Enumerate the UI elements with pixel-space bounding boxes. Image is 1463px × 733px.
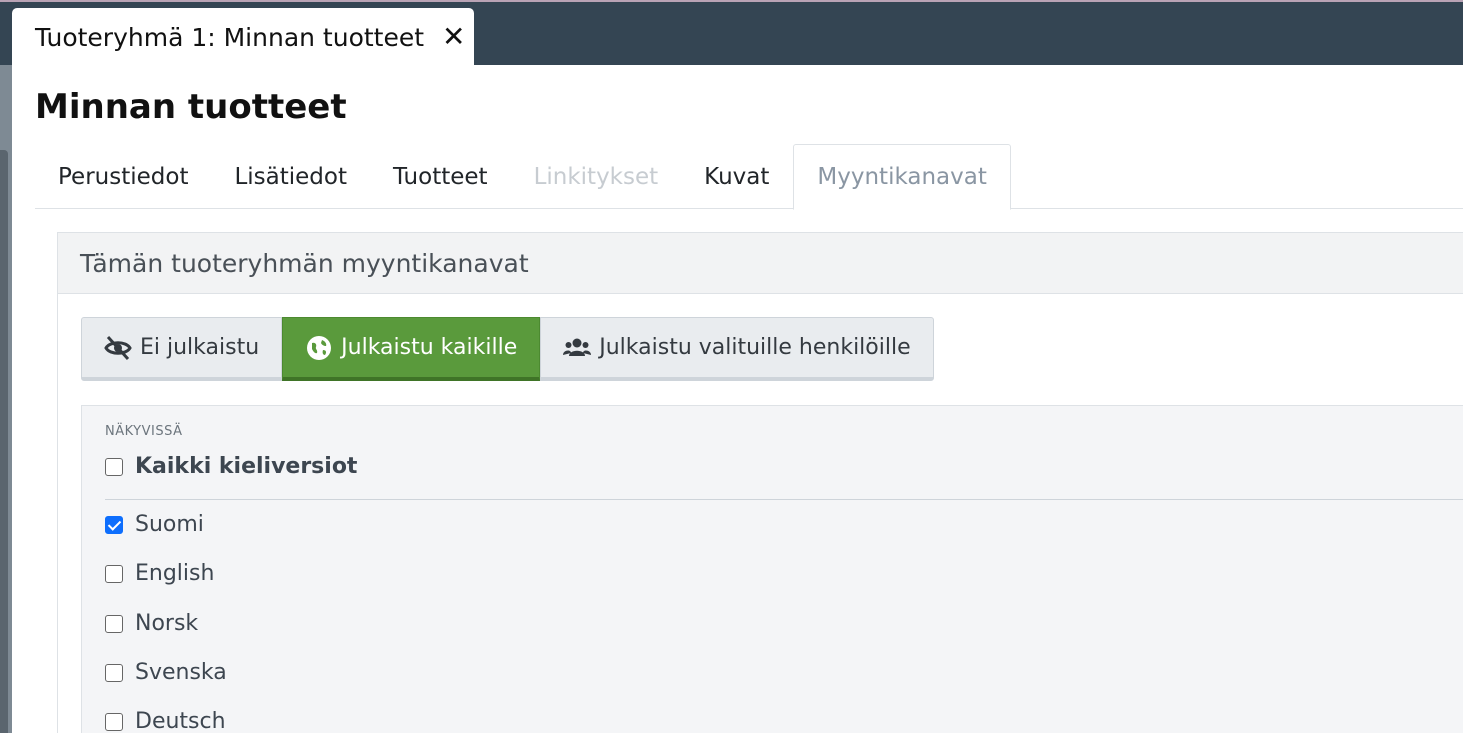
language-checkbox-svenska[interactable] — [105, 663, 123, 682]
all-languages-option[interactable]: Kaikki kieliversiot — [105, 454, 357, 479]
tab-lisatiedot[interactable]: Lisätiedot — [211, 144, 370, 209]
close-icon[interactable]: ✕ — [442, 23, 465, 51]
tab-kuvat[interactable]: Kuvat — [681, 144, 792, 209]
tab-linkitykset: Linkitykset — [533, 163, 659, 190]
published-selected-label: Julkaistu valituille henkilöille — [599, 335, 911, 360]
language-option-svenska[interactable]: Svenska — [105, 660, 227, 685]
section-tabs: Perustiedot Lisätiedot Tuotteet Linkityk… — [35, 144, 1463, 210]
language-label: Deutsch — [135, 709, 226, 733]
tab-perustiedot[interactable]: Perustiedot — [35, 144, 211, 209]
panel-heading: Tämän tuoteryhmän myyntikanavat — [58, 233, 1463, 294]
dialog-tab-title: Tuoteryhmä 1: Minnan tuotteet — [35, 22, 425, 52]
language-label: Svenska — [135, 660, 227, 685]
dialog-tab[interactable]: Tuoteryhmä 1: Minnan tuotteet ✕ — [12, 8, 474, 66]
topbar-accent-line — [0, 0, 1463, 2]
language-option-deutsch[interactable]: Deutsch — [105, 709, 226, 733]
language-checkbox-english[interactable] — [105, 564, 123, 583]
divider — [105, 499, 1463, 500]
visibility-label: NÄKYVISSÄ — [105, 424, 183, 439]
page-title: Minnan tuotteet — [35, 87, 347, 127]
language-option-norsk[interactable]: Norsk — [105, 611, 198, 636]
language-checkbox-norsk[interactable] — [105, 614, 123, 633]
published-all-button[interactable]: Julkaistu kaikille — [282, 317, 541, 381]
tab-myyntikanavat[interactable]: Myyntikanavat — [793, 144, 1011, 210]
language-label: Norsk — [135, 611, 199, 636]
language-option-suomi[interactable]: Suomi — [105, 512, 204, 537]
not-published-label: Ei julkaistu — [140, 335, 260, 360]
publish-options: Ei julkaistu Julkaistu kaikille Julkaist… — [81, 317, 934, 381]
all-languages-checkbox[interactable] — [105, 457, 123, 476]
language-checkbox-suomi[interactable] — [105, 515, 123, 534]
published-all-label: Julkaistu kaikille — [341, 335, 518, 360]
background-page-gutter — [0, 65, 12, 733]
sales-channels-panel: Tämän tuoteryhmän myyntikanavat Ei julka… — [57, 232, 1463, 733]
not-published-button[interactable]: Ei julkaistu — [81, 317, 283, 381]
background-scrollbar — [0, 150, 8, 733]
published-selected-button[interactable]: Julkaistu valituille henkilöille — [540, 317, 934, 381]
users-icon — [563, 338, 592, 356]
all-languages-label: Kaikki kieliversiot — [135, 454, 358, 479]
tab-tuotteet[interactable]: Tuotteet — [370, 144, 511, 209]
language-option-english[interactable]: English — [105, 561, 214, 586]
language-visibility-box: NÄKYVISSÄ Kaikki kieliversiot Suomi Engl… — [81, 405, 1463, 733]
language-label: English — [135, 561, 215, 586]
globe-icon — [307, 335, 332, 360]
eye-slash-icon — [104, 335, 132, 360]
language-checkbox-deutsch[interactable] — [105, 712, 123, 731]
language-label: Suomi — [135, 512, 204, 537]
